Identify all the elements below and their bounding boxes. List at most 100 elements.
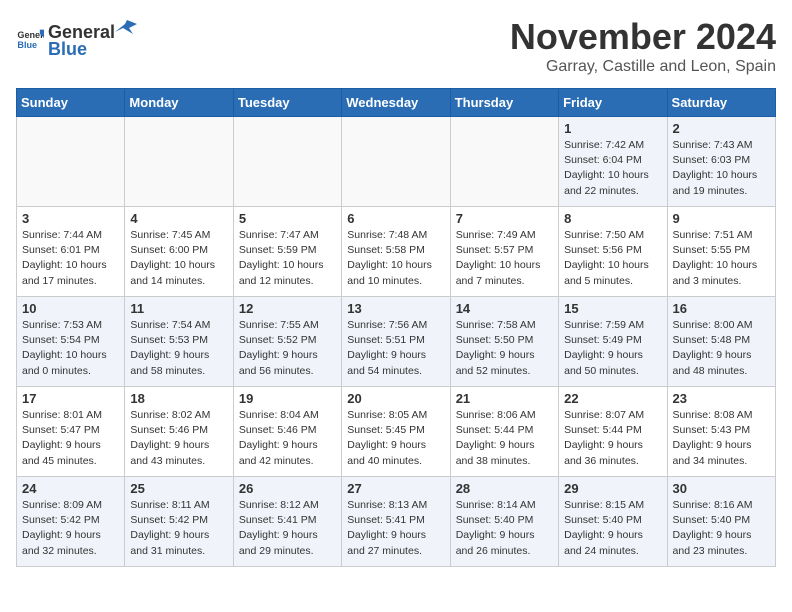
day-number: 2: [673, 121, 770, 136]
logo: General Blue General Blue: [16, 16, 137, 60]
location-title: Garray, Castille and Leon, Spain: [510, 58, 776, 76]
day-number: 30: [673, 481, 770, 496]
logo-icon: General Blue: [16, 24, 44, 52]
day-info: Sunrise: 7:42 AM Sunset: 6:04 PM Dayligh…: [564, 138, 661, 199]
calendar-cell: 19 Sunrise: 8:04 AM Sunset: 5:46 PM Dayli…: [233, 387, 341, 477]
calendar-week-3: 17Sunrise: 8:01 AM Sunset: 5:47 PM Dayli…: [17, 387, 776, 477]
calendar-week-0: 1 Sunrise: 7:42 AM Sunset: 6:04 PM Daylig…: [17, 117, 776, 207]
calendar-cell: 8Sunrise: 7:50 AM Sunset: 5:56 PM Daylig…: [559, 207, 667, 297]
day-number: 12: [239, 301, 336, 316]
day-info: Sunrise: 8:09 AM Sunset: 5:42 PM Dayligh…: [22, 498, 119, 559]
day-info: Sunrise: 7:44 AM Sunset: 6:01 PM Dayligh…: [22, 228, 119, 289]
logo-bird-icon: [115, 16, 137, 38]
day-info: Sunrise: 8:02 AM Sunset: 5:46 PM Dayligh…: [130, 408, 227, 469]
calendar-cell: 27 Sunrise: 8:13 AM Sunset: 5:41 PM Dayli…: [342, 477, 450, 567]
day-number: 24: [22, 481, 119, 496]
calendar-cell: 15 Sunrise: 7:59 AM Sunset: 5:49 PM Dayli…: [559, 297, 667, 387]
day-info: Sunrise: 7:53 AM Sunset: 5:54 PM Dayligh…: [22, 318, 119, 379]
calendar-cell: 18 Sunrise: 8:02 AM Sunset: 5:46 PM Dayli…: [125, 387, 233, 477]
day-info: Sunrise: 7:45 AM Sunset: 6:00 PM Dayligh…: [130, 228, 227, 289]
day-number: 27: [347, 481, 444, 496]
title-area: November 2024 Garray, Castille and Leon,…: [510, 16, 776, 76]
day-number: 14: [456, 301, 553, 316]
calendar-cell: 3 Sunrise: 7:44 AM Sunset: 6:01 PM Daylig…: [17, 207, 125, 297]
calendar-cell: 20 Sunrise: 8:05 AM Sunset: 5:45 PM Dayli…: [342, 387, 450, 477]
day-number: 25: [130, 481, 227, 496]
day-info: Sunrise: 8:04 AM Sunset: 5:46 PM Dayligh…: [239, 408, 336, 469]
calendar-cell: 16 Sunrise: 8:00 AM Sunset: 5:48 PM Dayli…: [667, 297, 775, 387]
day-number: 1: [564, 121, 661, 136]
day-number: 21: [456, 391, 553, 406]
calendar-cell: [450, 117, 558, 207]
header-area: General Blue General Blue November 2024 …: [16, 16, 776, 76]
calendar-cell: 7 Sunrise: 7:49 AM Sunset: 5:57 PM Daylig…: [450, 207, 558, 297]
calendar-cell: 26 Sunrise: 8:12 AM Sunset: 5:41 PM Dayli…: [233, 477, 341, 567]
calendar-week-1: 3 Sunrise: 7:44 AM Sunset: 6:01 PM Daylig…: [17, 207, 776, 297]
col-header-sunday: Sunday: [17, 89, 125, 117]
col-header-friday: Friday: [559, 89, 667, 117]
calendar-cell: 10 Sunrise: 7:53 AM Sunset: 5:54 PM Dayli…: [17, 297, 125, 387]
day-number: 4: [130, 211, 227, 226]
calendar-cell: 2 Sunrise: 7:43 AM Sunset: 6:03 PM Daylig…: [667, 117, 775, 207]
day-number: 29: [564, 481, 661, 496]
day-number: 18: [130, 391, 227, 406]
day-info: Sunrise: 7:51 AM Sunset: 5:55 PM Dayligh…: [673, 228, 770, 289]
calendar-cell: 29 Sunrise: 8:15 AM Sunset: 5:40 PM Dayli…: [559, 477, 667, 567]
col-header-monday: Monday: [125, 89, 233, 117]
day-number: 26: [239, 481, 336, 496]
calendar-cell: 1 Sunrise: 7:42 AM Sunset: 6:04 PM Daylig…: [559, 117, 667, 207]
day-info: Sunrise: 8:16 AM Sunset: 5:40 PM Dayligh…: [673, 498, 770, 559]
calendar-cell: 4 Sunrise: 7:45 AM Sunset: 6:00 PM Daylig…: [125, 207, 233, 297]
day-info: Sunrise: 8:12 AM Sunset: 5:41 PM Dayligh…: [239, 498, 336, 559]
day-info: Sunrise: 7:48 AM Sunset: 5:58 PM Dayligh…: [347, 228, 444, 289]
day-number: 20: [347, 391, 444, 406]
calendar-header-row: SundayMondayTuesdayWednesdayThursdayFrid…: [17, 89, 776, 117]
day-number: 10: [22, 301, 119, 316]
day-number: 7: [456, 211, 553, 226]
day-info: Sunrise: 7:47 AM Sunset: 5:59 PM Dayligh…: [239, 228, 336, 289]
day-info: Sunrise: 7:50 AM Sunset: 5:56 PM Dayligh…: [564, 228, 661, 289]
day-info: Sunrise: 8:14 AM Sunset: 5:40 PM Dayligh…: [456, 498, 553, 559]
day-info: Sunrise: 8:05 AM Sunset: 5:45 PM Dayligh…: [347, 408, 444, 469]
day-info: Sunrise: 8:13 AM Sunset: 5:41 PM Dayligh…: [347, 498, 444, 559]
day-number: 19: [239, 391, 336, 406]
day-info: Sunrise: 8:11 AM Sunset: 5:42 PM Dayligh…: [130, 498, 227, 559]
calendar-cell: 9 Sunrise: 7:51 AM Sunset: 5:55 PM Daylig…: [667, 207, 775, 297]
calendar-cell: 28 Sunrise: 8:14 AM Sunset: 5:40 PM Dayli…: [450, 477, 558, 567]
calendar-cell: 24 Sunrise: 8:09 AM Sunset: 5:42 PM Dayli…: [17, 477, 125, 567]
day-info: Sunrise: 8:00 AM Sunset: 5:48 PM Dayligh…: [673, 318, 770, 379]
day-info: Sunrise: 7:49 AM Sunset: 5:57 PM Dayligh…: [456, 228, 553, 289]
day-info: Sunrise: 7:43 AM Sunset: 6:03 PM Dayligh…: [673, 138, 770, 199]
calendar-table: SundayMondayTuesdayWednesdayThursdayFrid…: [16, 88, 776, 567]
day-number: 5: [239, 211, 336, 226]
day-number: 15: [564, 301, 661, 316]
calendar-cell: 22Sunrise: 8:07 AM Sunset: 5:44 PM Dayli…: [559, 387, 667, 477]
col-header-tuesday: Tuesday: [233, 89, 341, 117]
col-header-saturday: Saturday: [667, 89, 775, 117]
day-info: Sunrise: 8:07 AM Sunset: 5:44 PM Dayligh…: [564, 408, 661, 469]
day-info: Sunrise: 8:15 AM Sunset: 5:40 PM Dayligh…: [564, 498, 661, 559]
day-number: 13: [347, 301, 444, 316]
day-number: 3: [22, 211, 119, 226]
day-number: 9: [673, 211, 770, 226]
day-number: 17: [22, 391, 119, 406]
month-title: November 2024: [510, 16, 776, 58]
day-info: Sunrise: 7:58 AM Sunset: 5:50 PM Dayligh…: [456, 318, 553, 379]
day-info: Sunrise: 8:06 AM Sunset: 5:44 PM Dayligh…: [456, 408, 553, 469]
calendar-week-2: 10 Sunrise: 7:53 AM Sunset: 5:54 PM Dayli…: [17, 297, 776, 387]
svg-text:Blue: Blue: [17, 40, 37, 50]
calendar-cell: [342, 117, 450, 207]
calendar-cell: 14 Sunrise: 7:58 AM Sunset: 5:50 PM Dayli…: [450, 297, 558, 387]
col-header-thursday: Thursday: [450, 89, 558, 117]
calendar-cell: 30 Sunrise: 8:16 AM Sunset: 5:40 PM Dayli…: [667, 477, 775, 567]
calendar-cell: [233, 117, 341, 207]
day-info: Sunrise: 7:55 AM Sunset: 5:52 PM Dayligh…: [239, 318, 336, 379]
day-number: 16: [673, 301, 770, 316]
day-info: Sunrise: 7:59 AM Sunset: 5:49 PM Dayligh…: [564, 318, 661, 379]
calendar-cell: [17, 117, 125, 207]
calendar-cell: 5 Sunrise: 7:47 AM Sunset: 5:59 PM Daylig…: [233, 207, 341, 297]
day-number: 28: [456, 481, 553, 496]
day-info: Sunrise: 7:56 AM Sunset: 5:51 PM Dayligh…: [347, 318, 444, 379]
day-info: Sunrise: 8:08 AM Sunset: 5:43 PM Dayligh…: [673, 408, 770, 469]
day-number: 11: [130, 301, 227, 316]
